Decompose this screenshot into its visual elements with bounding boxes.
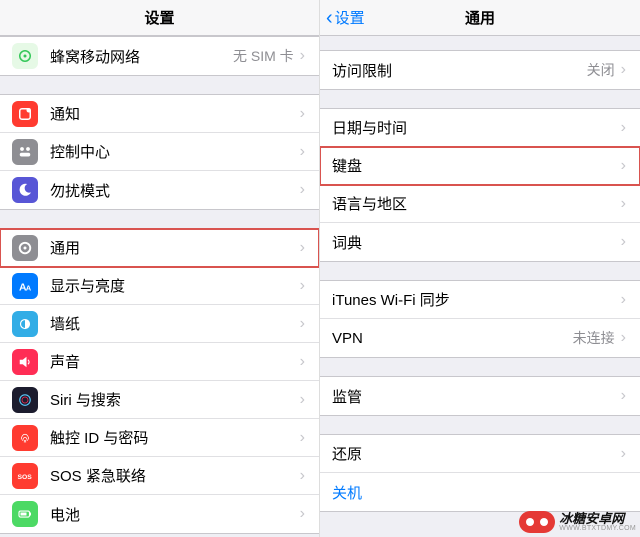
- wallpaper-icon: [12, 311, 38, 337]
- chevron-icon: ›: [300, 181, 305, 199]
- profiles-label: 监管: [332, 386, 621, 407]
- page-title: 设置: [144, 7, 174, 28]
- row-vpn[interactable]: VPN 未连接 ›: [320, 319, 640, 357]
- chevron-icon: ›: [300, 315, 305, 333]
- restrictions-label: 访问限制: [332, 60, 587, 81]
- chevron-icon: ›: [621, 387, 626, 405]
- control-center-label: 控制中心: [50, 141, 300, 162]
- row-cellular[interactable]: 蜂窝移动网络 无 SIM 卡 ›: [0, 37, 319, 75]
- row-general[interactable]: 通用 ›: [0, 229, 319, 267]
- chevron-icon: ›: [621, 61, 626, 79]
- cellular-label: 蜂窝移动网络: [50, 46, 233, 67]
- display-label: 显示与亮度: [50, 275, 300, 296]
- cellular-icon: [12, 43, 38, 69]
- chevron-icon: ›: [621, 329, 626, 347]
- dnd-label: 勿扰模式: [50, 180, 300, 201]
- shutdown-label: 关机: [332, 482, 626, 503]
- back-chevron-icon: ‹: [326, 8, 333, 28]
- row-datetime[interactable]: 日期与时间 ›: [320, 109, 640, 147]
- chevron-icon: ›: [621, 157, 626, 175]
- row-display[interactable]: AA 显示与亮度 ›: [0, 267, 319, 305]
- row-profiles[interactable]: 监管 ›: [320, 377, 640, 415]
- row-dnd[interactable]: 勿扰模式 ›: [0, 171, 319, 209]
- row-sound[interactable]: 声音 ›: [0, 343, 319, 381]
- svg-text:A: A: [26, 283, 32, 292]
- row-touchid[interactable]: 触控 ID 与密码 ›: [0, 419, 319, 457]
- display-icon: AA: [12, 273, 38, 299]
- siri-label: Siri 与搜索: [50, 389, 300, 410]
- cellular-value: 无 SIM 卡: [233, 46, 294, 66]
- chevron-icon: ›: [300, 143, 305, 161]
- row-battery[interactable]: 电池 ›: [0, 495, 319, 533]
- row-control-center[interactable]: 控制中心 ›: [0, 133, 319, 171]
- sos-icon: SOS: [12, 463, 38, 489]
- settings-panel: 设置 蜂窝移动网络 无 SIM 卡 › 通知: [0, 0, 320, 537]
- notifications-label: 通知: [50, 103, 300, 124]
- control-center-icon: [12, 139, 38, 165]
- general-panel: ‹ 设置 通用 访问限制 关闭 › 日期与时间 › 键盘 ›: [320, 0, 640, 537]
- chevron-icon: ›: [300, 467, 305, 485]
- language-label: 语言与地区: [332, 193, 621, 214]
- restrictions-value: 关闭: [587, 60, 615, 80]
- chevron-icon: ›: [621, 233, 626, 251]
- wallpaper-label: 墙纸: [50, 313, 300, 334]
- chevron-icon: ›: [300, 239, 305, 257]
- vpn-value: 未连接: [573, 328, 615, 348]
- right-header: ‹ 设置 通用: [320, 0, 640, 36]
- sound-label: 声音: [50, 351, 300, 372]
- row-reset[interactable]: 还原 ›: [320, 435, 640, 473]
- itunes-label: iTunes Wi-Fi 同步: [332, 289, 621, 310]
- chevron-icon: ›: [300, 47, 305, 65]
- datetime-label: 日期与时间: [332, 117, 621, 138]
- row-dictionary[interactable]: 词典 ›: [320, 223, 640, 261]
- chevron-icon: ›: [621, 445, 626, 463]
- sound-icon: [12, 349, 38, 375]
- touchid-label: 触控 ID 与密码: [50, 427, 300, 448]
- left-header: 设置: [0, 0, 319, 36]
- watermark-icon: [519, 511, 555, 533]
- row-language[interactable]: 语言与地区 ›: [320, 185, 640, 223]
- siri-icon: [12, 387, 38, 413]
- row-itunes-sync[interactable]: iTunes Wi-Fi 同步 ›: [320, 281, 640, 319]
- watermark: 冰糖安卓网 WWW.BTXTDMY.COM: [519, 511, 636, 533]
- notifications-icon: [12, 101, 38, 127]
- row-restrictions[interactable]: 访问限制 关闭 ›: [320, 51, 640, 89]
- chevron-icon: ›: [300, 391, 305, 409]
- watermark-line2: WWW.BTXTDMY.COM: [559, 525, 636, 532]
- row-wallpaper[interactable]: 墙纸 ›: [0, 305, 319, 343]
- chevron-icon: ›: [300, 353, 305, 371]
- keyboard-label: 键盘: [332, 155, 621, 176]
- watermark-line1: 冰糖安卓网: [559, 512, 636, 525]
- row-siri[interactable]: Siri 与搜索 ›: [0, 381, 319, 419]
- chevron-icon: ›: [621, 119, 626, 137]
- battery-label: 电池: [50, 504, 300, 525]
- chevron-icon: ›: [300, 105, 305, 123]
- page-title: 通用: [465, 7, 495, 28]
- chevron-icon: ›: [300, 505, 305, 523]
- svg-text:SOS: SOS: [18, 474, 33, 481]
- row-shutdown[interactable]: 关机: [320, 473, 640, 511]
- reset-label: 还原: [332, 443, 621, 464]
- vpn-label: VPN: [332, 330, 573, 347]
- chevron-icon: ›: [621, 195, 626, 213]
- sos-label: SOS 紧急联络: [50, 465, 300, 486]
- chevron-icon: ›: [300, 429, 305, 447]
- battery-icon: [12, 501, 38, 527]
- row-notifications[interactable]: 通知 ›: [0, 95, 319, 133]
- dictionary-label: 词典: [332, 232, 621, 253]
- row-sos[interactable]: SOS SOS 紧急联络 ›: [0, 457, 319, 495]
- back-button[interactable]: ‹ 设置: [326, 7, 365, 28]
- touchid-icon: [12, 425, 38, 451]
- back-label: 设置: [335, 7, 365, 28]
- row-keyboard[interactable]: 键盘 ›: [320, 147, 640, 185]
- chevron-icon: ›: [621, 291, 626, 309]
- general-label: 通用: [50, 237, 300, 258]
- chevron-icon: ›: [300, 277, 305, 295]
- gear-icon: [12, 235, 38, 261]
- dnd-icon: [12, 177, 38, 203]
